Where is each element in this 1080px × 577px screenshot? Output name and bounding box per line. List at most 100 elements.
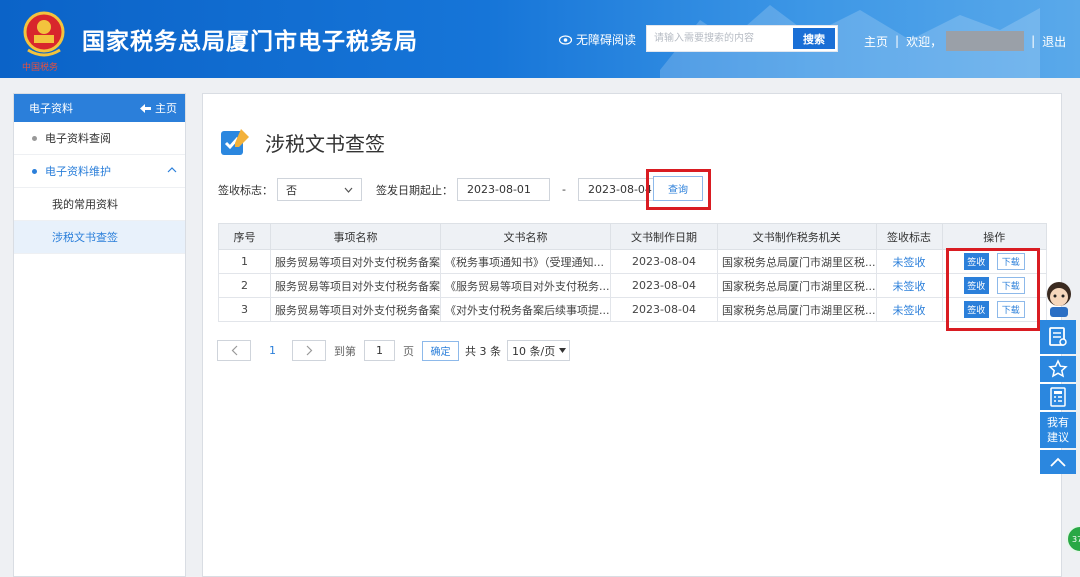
- page-title: 涉税文书查签: [265, 131, 385, 156]
- main-panel: 涉税文书查签 签收标志： 否 签发日期起止： 2023-08-01 - 2023…: [202, 93, 1062, 577]
- national-emblem-icon: [23, 11, 65, 57]
- goto-page-value: 1: [376, 344, 383, 357]
- notification-badge[interactable]: 37: [1066, 525, 1080, 553]
- cell-item: 服务贸易等项目对外支付税务备案: [270, 273, 441, 298]
- sign-flag-label: 签收标志：: [218, 183, 273, 197]
- cell-doc: 《对外支付税务备案后续事项提...: [440, 297, 611, 322]
- bullet-icon: [32, 135, 37, 141]
- cell-sign-flag: 未签收: [875, 273, 943, 298]
- table-header-row: 序号 事项名称 文书名称 文书制作日期 文书制作税务机关 签收标志 操作: [218, 223, 1047, 250]
- sidebar: 电子资料 主页 电子资料查阅 电子资料维护 我的常用资料 涉税文书查签: [13, 93, 186, 577]
- welcome-text: 欢迎，: [906, 34, 943, 49]
- emblem-caption: 中国税务: [22, 63, 59, 73]
- sidebar-item-label: 电子资料查阅: [45, 132, 111, 145]
- assistant-avatar-icon[interactable]: [1042, 280, 1076, 318]
- page-header: 涉税文书查签: [219, 126, 385, 158]
- cell-date: 2023-08-04: [610, 249, 718, 274]
- site-header: 中国税务 国家税务总局厦门市电子税务局 无障碍阅读 搜索 主页 | 欢迎， | …: [0, 0, 1080, 78]
- sidebar-subitem-tax-doc-sign[interactable]: 涉税文书查签: [14, 221, 185, 254]
- eye-icon: [559, 34, 572, 45]
- cell-item: 服务贸易等项目对外支付税务备案: [270, 297, 441, 322]
- float-favorite-button[interactable]: [1040, 356, 1076, 382]
- cell-doc: 《税务事项通知书》（受理通知...: [440, 249, 611, 274]
- document-check-icon: [221, 129, 249, 155]
- chevron-right-icon: [306, 345, 312, 356]
- sign-flag-value: 否: [286, 183, 297, 197]
- date-separator: -: [562, 183, 566, 196]
- caret-down-icon: [559, 348, 567, 353]
- accessibility-reading-link[interactable]: 无障碍阅读: [559, 31, 636, 48]
- cell-doc: 《服务贸易等项目对外支付税务...: [440, 273, 611, 298]
- star-icon: [1048, 359, 1068, 378]
- username-redacted: [946, 31, 1025, 51]
- sidebar-item-data-view[interactable]: 电子资料查阅: [14, 122, 185, 155]
- date-from-input[interactable]: 2023-08-01: [457, 178, 550, 201]
- bullet-icon: [32, 168, 37, 174]
- date-from-value: 2023-08-01: [467, 183, 531, 196]
- sidebar-home-link[interactable]: 主页: [140, 100, 177, 116]
- sign-flag-select[interactable]: 否: [277, 178, 362, 201]
- chevron-up-icon: [1050, 457, 1066, 467]
- page-size-value: 10 条/页: [512, 344, 556, 358]
- col-header-item: 事项名称: [270, 223, 441, 250]
- chevron-left-icon: [231, 345, 237, 356]
- sidebar-item-label: 电子资料维护: [45, 165, 111, 178]
- col-header-no: 序号: [218, 223, 271, 250]
- next-page-button[interactable]: [292, 340, 326, 361]
- goto-label: 到第: [334, 344, 356, 358]
- sidebar-item-data-maintain[interactable]: 电子资料维护: [14, 155, 185, 188]
- cell-org: 国家税务总局厦门市湖里区税...: [717, 249, 877, 274]
- actions-highlight-box: [946, 248, 1040, 331]
- cell-org: 国家税务总局厦门市湖里区税...: [717, 297, 877, 322]
- col-header-org: 文书制作税务机关: [717, 223, 877, 250]
- col-header-flag: 签收标志: [875, 223, 943, 250]
- total-count: 共 3 条: [465, 344, 501, 358]
- sidebar-subitem-label: 我的常用资料: [52, 198, 118, 211]
- sidebar-home-label: 主页: [155, 102, 177, 115]
- sidebar-header: 电子资料 主页: [14, 94, 185, 122]
- nav-separator: |: [895, 34, 900, 48]
- logout-link[interactable]: 退出: [1042, 33, 1066, 50]
- cell-item: 服务贸易等项目对外支付税务备案: [270, 249, 441, 274]
- goto-page-input[interactable]: 1: [364, 340, 395, 361]
- sidebar-subitem-common-data[interactable]: 我的常用资料: [14, 188, 185, 221]
- documents-table: 序号 事项名称 文书名称 文书制作日期 文书制作税务机关 签收标志 操作 1 服…: [218, 223, 1047, 322]
- float-suggestion-button[interactable]: 我有建议: [1040, 412, 1076, 448]
- back-arrow-icon: [140, 103, 151, 113]
- search-button[interactable]: 搜索: [793, 28, 835, 49]
- cell-org: 国家税务总局厦门市湖里区税...: [717, 273, 877, 298]
- cell-no: 2: [218, 273, 271, 298]
- cell-sign-flag: 未签收: [875, 249, 943, 274]
- table-row: 3 服务贸易等项目对外支付税务备案 《对外支付税务备案后续事项提... 2023…: [218, 297, 1047, 322]
- cell-date: 2023-08-04: [610, 273, 718, 298]
- page-unit-label: 页: [403, 344, 414, 358]
- page-number-current[interactable]: 1: [269, 344, 276, 357]
- cell-sign-flag: 未签收: [875, 297, 943, 322]
- prev-page-button[interactable]: [217, 340, 251, 361]
- site-title: 国家税务总局厦门市电子税务局: [82, 29, 418, 55]
- search-input[interactable]: [647, 26, 793, 51]
- float-calculator-button[interactable]: [1040, 384, 1076, 410]
- date-to-value: 2023-08-04: [587, 183, 652, 196]
- chat-document-icon: [1049, 327, 1067, 346]
- search-box: 搜索: [646, 25, 838, 52]
- col-header-date: 文书制作日期: [610, 223, 718, 250]
- nav-separator: |: [1031, 34, 1036, 48]
- cell-date: 2023-08-04: [610, 297, 718, 322]
- nav-home-link[interactable]: 主页: [864, 33, 888, 50]
- chevron-up-icon: [167, 167, 177, 173]
- float-online-service-button[interactable]: [1040, 320, 1076, 354]
- cell-no: 3: [218, 297, 271, 322]
- goto-confirm-button[interactable]: 确定: [422, 340, 459, 361]
- page-size-select[interactable]: 10 条/页: [507, 340, 570, 361]
- col-header-doc: 文书名称: [440, 223, 611, 250]
- table-row: 2 服务贸易等项目对外支付税务备案 《服务贸易等项目对外支付税务... 2023…: [218, 273, 1047, 298]
- pagination: 1 到第 1 页 确定 共 3 条 10 条/页: [217, 340, 570, 361]
- date-range-label: 签发日期起止：: [376, 183, 453, 197]
- query-button[interactable]: 查询: [653, 176, 703, 201]
- cell-no: 1: [218, 249, 271, 274]
- sidebar-subitem-label: 涉税文书查签: [52, 231, 118, 244]
- calculator-icon: [1050, 387, 1066, 407]
- float-back-to-top-button[interactable]: [1040, 450, 1076, 474]
- table-row: 1 服务贸易等项目对外支付税务备案 《税务事项通知书》（受理通知... 2023…: [218, 249, 1047, 274]
